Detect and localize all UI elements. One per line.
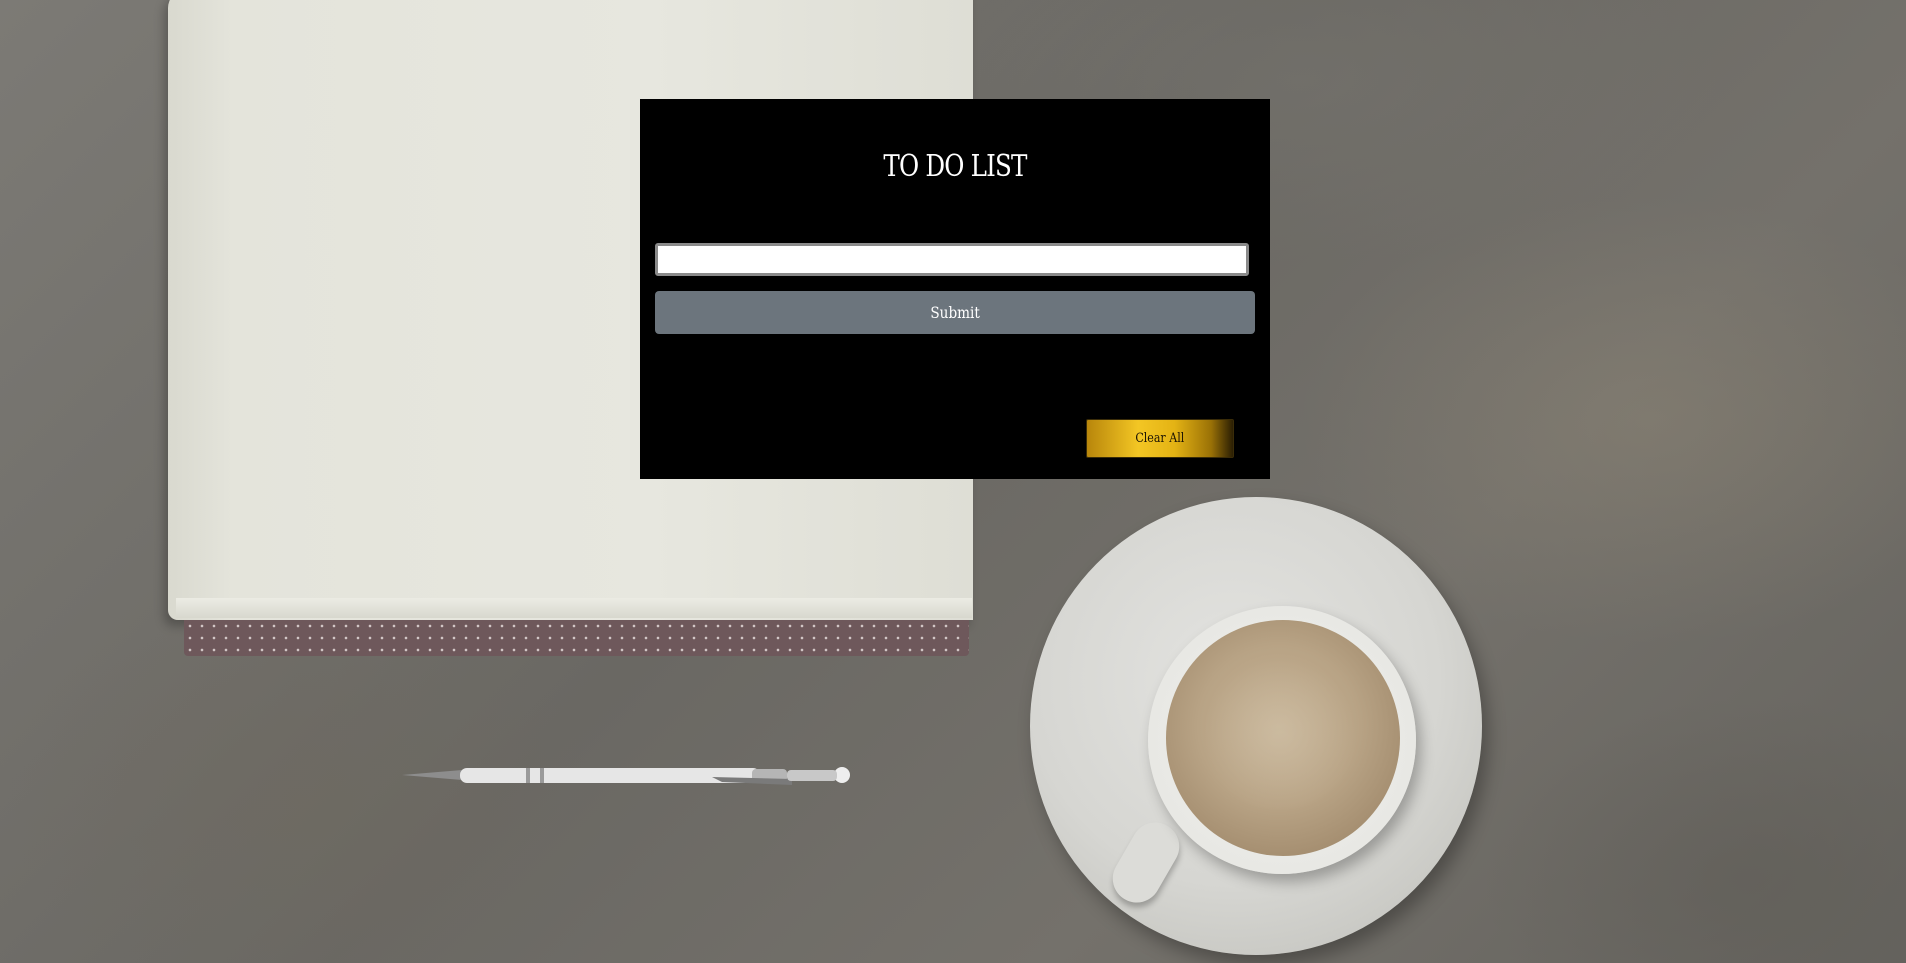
task-list — [655, 344, 1255, 414]
clear-all-button-label: Clear All — [1135, 431, 1185, 446]
page-title: TO DO LIST — [883, 149, 1027, 184]
submit-button[interactable]: Submit — [655, 291, 1255, 334]
background-notebook-pages — [176, 598, 972, 618]
task-input[interactable] — [655, 243, 1249, 276]
background-pen — [402, 767, 850, 785]
background-coffee-foam — [1200, 660, 1360, 810]
clear-all-button[interactable]: Clear All — [1086, 419, 1234, 458]
submit-button-label: Submit — [930, 303, 980, 322]
todo-panel: TO DO LIST Submit Clear All — [640, 99, 1270, 479]
background-notebook-cover — [184, 620, 969, 656]
